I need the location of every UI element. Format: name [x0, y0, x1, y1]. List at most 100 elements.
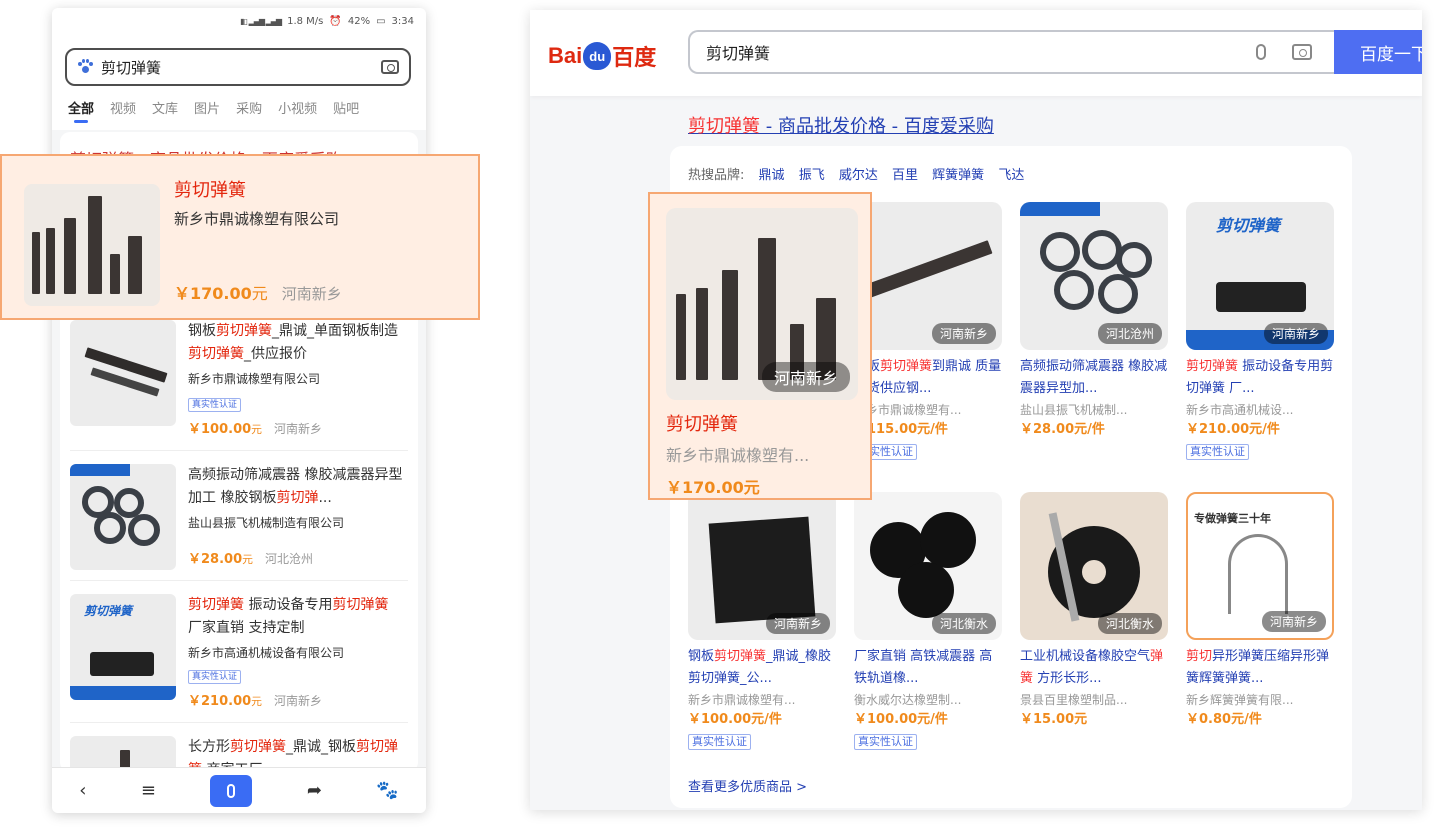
product-title[interactable]: 剪切弹簧 — [666, 410, 738, 436]
highlighted-product-mobile[interactable]: 剪切弹簧 新乡市鼎诚橡塑有限公司 ￥170.00元 河南新乡 — [0, 154, 480, 320]
product-image[interactable]: 河北衡水 — [854, 492, 1002, 640]
signal-icon: ▮▯ ▂▄▆ ▂▄▆ — [240, 17, 282, 26]
brand-link[interactable]: 百里 — [892, 168, 918, 183]
mobile-screen: ▮▯ ▂▄▆ ▂▄▆ 1.8 M/s ⏰ 42% ▭ 3:34 剪切弹簧 全部 … — [52, 8, 426, 813]
alarm-icon: ⏰ — [329, 16, 342, 27]
product-title[interactable]: 钢板剪切弹簧_鼎诚_橡胶剪切弹簧_公... — [688, 646, 838, 690]
tab-short-video[interactable]: 小视频 — [278, 98, 317, 117]
product-title[interactable]: 剪切异形弹簧压缩异形弹簧辉簧弹簧... — [1186, 646, 1336, 690]
location-tag: 河北衡水 — [931, 613, 996, 634]
divider — [70, 450, 408, 451]
tab-images[interactable]: 图片 — [194, 98, 220, 117]
brand-link[interactable]: 飞达 — [998, 168, 1024, 183]
tab-wenku[interactable]: 文库 — [152, 98, 178, 117]
product-title[interactable]: 工业机械设备橡胶空气弹簧 方形长形... — [1020, 646, 1170, 690]
product-image[interactable]: 河南新乡 — [688, 492, 836, 640]
voice-search-button[interactable] — [210, 774, 253, 807]
product-title[interactable]: 钢板剪切弹簧_鼎诚_单面钢板制造剪切弹簧_供应报价 — [188, 320, 404, 366]
location-tag: 河南新乡 — [931, 323, 996, 344]
highlighted-product-desktop[interactable]: 河南新乡 剪切弹簧 新乡市鼎诚橡塑有... ￥170.00元 — [648, 192, 872, 500]
brand-link[interactable]: 威尔达 — [839, 168, 878, 183]
share-icon[interactable]: ➦ — [307, 780, 322, 801]
product-card[interactable]: 河南新乡 钢板剪切弹簧到鼎诚 质量现货供应钢... 新乡市鼎诚橡塑有... ￥1… — [854, 202, 1004, 460]
product-title[interactable]: 剪切弹簧 振动设备专用剪切弹簧 厂家直销 支持定制 — [188, 594, 404, 640]
brand-link[interactable]: 鼎诚 — [759, 168, 785, 183]
menu-icon[interactable]: ≡ — [141, 780, 156, 801]
tab-all[interactable]: 全部 — [68, 98, 94, 123]
price: ￥100.00元 河南新乡 — [188, 422, 323, 437]
mobile-search-box[interactable]: 剪切弹簧 — [65, 48, 411, 86]
more-products-link[interactable]: 查看更多优质商品 > — [688, 776, 807, 795]
brand-link[interactable]: 辉簧弹簧 — [932, 168, 984, 183]
camera-icon[interactable] — [381, 60, 399, 74]
product-image[interactable]: 剪切弹簧 河南新乡 — [1186, 202, 1334, 350]
product-image[interactable]: 河北衡水 — [1020, 492, 1168, 640]
product-card[interactable]: 河南新乡 钢板剪切弹簧_鼎诚_橡胶剪切弹簧_公... 新乡市鼎诚橡塑有... ￥… — [688, 492, 838, 750]
desktop-search-input[interactable]: 剪切弹簧 — [706, 40, 1256, 64]
list-item[interactable]: 高频振动筛减震器 橡胶减震器异型加工 橡胶钢板剪切弹... 盐山县振飞机械制造有… — [70, 464, 406, 584]
product-title[interactable]: 高频振动筛减震器 橡胶减震器异型加... — [1020, 356, 1170, 400]
back-icon[interactable]: ‹ — [79, 780, 86, 801]
product-title[interactable]: 高频振动筛减震器 橡胶减震器异型加工 橡胶钢板剪切弹... — [188, 464, 404, 510]
mobile-tabs: 全部 视频 文库 图片 采购 小视频 贴吧 — [68, 98, 375, 123]
product-image[interactable] — [24, 184, 160, 306]
company-name: 景县百里橡塑制品... — [1020, 693, 1128, 707]
company-name: 盐山县振飞机械制... — [1020, 403, 1128, 417]
product-image[interactable]: 剪切弹簧 — [70, 594, 176, 700]
location-tag: 河北沧州 — [1097, 323, 1162, 344]
tab-purchase[interactable]: 采购 — [236, 98, 262, 117]
battery-level: 42% — [347, 16, 371, 27]
tab-video[interactable]: 视频 — [110, 98, 136, 117]
product-image[interactable]: 河南新乡 — [854, 202, 1002, 350]
hot-brands: 热搜品牌: 鼎诚 振飞 威尔达 百里 辉簧弹簧 飞达 — [688, 164, 1024, 183]
price: ￥15.00元 — [1020, 712, 1088, 727]
mobile-search-input[interactable]: 剪切弹簧 — [101, 57, 381, 78]
product-title[interactable]: 厂家直销 高铁减震器 高铁轨道橡... — [854, 646, 1004, 690]
product-card[interactable]: 专做弹簧三十年 河南新乡 剪切异形弹簧压缩异形弹簧辉簧弹簧... 新乡辉簧弹簧有… — [1186, 492, 1336, 730]
result-title-link[interactable]: 剪切弹簧 - 商品批发价格 - 百度爱采购 — [688, 112, 994, 138]
price: ￥28.00元/件 — [1020, 422, 1105, 437]
divider — [70, 722, 408, 723]
location-tag: 河北衡水 — [1097, 613, 1162, 634]
product-title[interactable]: 剪切弹簧 — [174, 176, 246, 202]
divider — [70, 580, 408, 581]
location-tag: 河南新乡 — [761, 362, 850, 392]
price: ￥0.80元/件 — [1186, 712, 1262, 727]
price: ￥170.00元 河南新乡 — [174, 284, 342, 303]
company-name: 新乡市高通机械设备有限公司 — [188, 646, 345, 660]
company-name: 新乡市鼎诚橡塑有... — [854, 403, 962, 417]
microphone-icon[interactable] — [1256, 44, 1266, 60]
product-title[interactable]: 剪切弹簧 振动设备专用剪切弹簧 厂... — [1186, 356, 1336, 400]
company-name: 衡水威尔达橡塑制... — [854, 693, 962, 707]
tab-tieba[interactable]: 贴吧 — [333, 98, 359, 117]
company-name: 新乡市鼎诚橡塑有限公司 — [174, 210, 340, 228]
product-card[interactable]: 河北沧州 高频振动筛减震器 橡胶减震器异型加... 盐山县振飞机械制... ￥2… — [1020, 202, 1170, 440]
product-card[interactable]: 河北衡水 厂家直销 高铁减震器 高铁轨道橡... 衡水威尔达橡塑制... ￥10… — [854, 492, 1004, 750]
desktop-search-box[interactable]: 剪切弹簧 — [688, 30, 1334, 74]
company-name: 新乡市高通机械设... — [1186, 403, 1294, 417]
product-image[interactable]: 专做弹簧三十年 河南新乡 — [1186, 492, 1334, 640]
product-image[interactable] — [70, 320, 176, 426]
baidu-paw-icon[interactable]: 🐾 — [376, 780, 398, 801]
baidu-logo[interactable]: Bai du 百度 — [548, 40, 656, 72]
desktop-header: Bai du 百度 剪切弹簧 百度一下 — [530, 10, 1422, 96]
brand-link[interactable]: 振飞 — [799, 168, 825, 183]
baidu-paw-icon: du — [583, 42, 612, 70]
baidu-paw-icon — [77, 59, 93, 75]
price: ￥115.00元/件 — [854, 422, 948, 437]
list-item[interactable]: 剪切弹簧 剪切弹簧 振动设备专用剪切弹簧 厂家直销 支持定制 新乡市高通机械设备… — [70, 594, 406, 714]
verified-badge: 真实性认证 — [854, 734, 917, 750]
product-card[interactable]: 剪切弹簧 河南新乡 剪切弹簧 振动设备专用剪切弹簧 厂... 新乡市高通机械设.… — [1186, 202, 1336, 460]
search-button[interactable]: 百度一下 — [1334, 30, 1422, 74]
product-image[interactable]: 河北沧州 — [1020, 202, 1168, 350]
camera-icon[interactable] — [1292, 44, 1312, 60]
price: ￥210.00元 河南新乡 — [188, 694, 323, 709]
microphone-icon — [227, 783, 236, 798]
list-item[interactable]: 钢板剪切弹簧_鼎诚_单面钢板制造剪切弹簧_供应报价 新乡市鼎诚橡塑有限公司 真实… — [70, 320, 406, 440]
product-image[interactable] — [70, 464, 176, 570]
product-title[interactable]: 钢板剪切弹簧到鼎诚 质量现货供应钢... — [854, 356, 1004, 400]
product-image[interactable]: 河南新乡 — [666, 208, 858, 400]
company-name: 盐山县振飞机械制造有限公司 — [188, 516, 345, 530]
product-card[interactable]: 河北衡水 工业机械设备橡胶空气弹簧 方形长形... 景县百里橡塑制品... ￥1… — [1020, 492, 1170, 730]
price: ￥28.00元 河北沧州 — [188, 552, 313, 567]
